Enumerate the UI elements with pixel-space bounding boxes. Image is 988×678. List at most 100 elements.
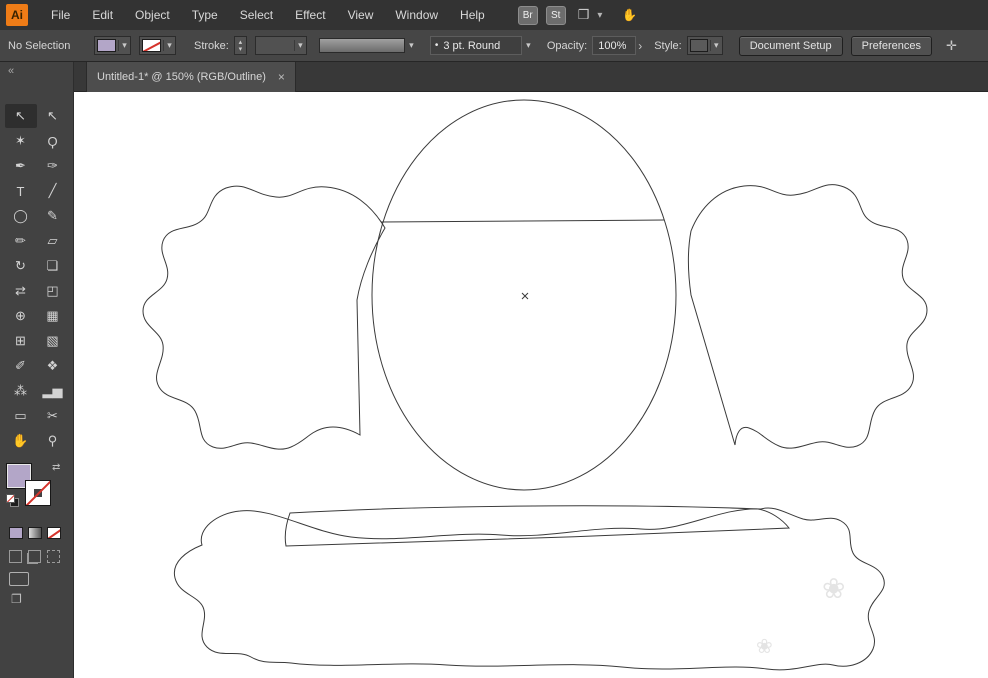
hand-tool[interactable]: ✋ <box>5 429 37 453</box>
draw-behind-button[interactable] <box>28 550 41 563</box>
watermark-icon: ❀ <box>756 636 773 658</box>
direct-selection-tool[interactable]: ↖ <box>37 104 69 128</box>
ellipse-tool[interactable]: ◯ <box>5 204 37 228</box>
stepper-up-icon[interactable]: ▴ <box>239 39 243 46</box>
gradient-button[interactable] <box>28 527 42 539</box>
screen-mode-row <box>9 572 73 586</box>
eraser-tool[interactable]: ▱ <box>37 229 69 253</box>
chevron-down-icon: ▾ <box>163 40 175 51</box>
type-tool[interactable]: T <box>5 179 37 203</box>
preferences-button[interactable]: Preferences <box>850 35 932 56</box>
chevron-down-icon: ▾ <box>293 40 306 51</box>
menu-object[interactable]: Object <box>124 0 181 30</box>
menu-view[interactable]: View <box>337 0 385 30</box>
pencil-tool[interactable]: ✏ <box>5 229 37 253</box>
toolbar-collapse-button[interactable]: « <box>0 62 73 78</box>
app-logo-icon: Ai <box>6 4 28 26</box>
screen-mode-icon[interactable]: ❐ <box>11 592 73 606</box>
stroke-weight-dropdown[interactable]: ▾ <box>254 36 307 55</box>
swap-fill-stroke-icon[interactable]: ⇄ <box>52 462 60 473</box>
stroke-weight-stepper[interactable]: ▴ ▾ <box>233 36 247 55</box>
eyedropper-tool[interactable]: ✐ <box>5 354 37 378</box>
draw-inside-button[interactable] <box>47 550 60 563</box>
symbol-sprayer-tool[interactable]: ⁂ <box>5 379 37 403</box>
perspective-grid-tool[interactable]: ▦ <box>37 304 69 328</box>
blend-tool[interactable]: ❖ <box>37 354 69 378</box>
stroke-swatch[interactable] <box>25 480 51 506</box>
shape-builder-tool[interactable]: ⊕ <box>5 304 37 328</box>
tools-panel: « ↖ ↖ ✶ Ϙ ✒ ✑ T ╱ ◯ ✎ ✏ ▱ ↻ ❏ ⇄ ◰ ⊕ ▦ ⊞ ▧ ✐ ❖ ⁂ ▂▅ ▭ ✂ ✋ ⚲ ⇄ <box>0 62 74 678</box>
workspace-switcher-icon[interactable]: ❒ <box>578 7 590 23</box>
menu-window[interactable]: Window <box>384 0 449 30</box>
fill-color-dropdown[interactable]: ▾ <box>94 36 131 55</box>
style-label: Style: <box>654 39 682 52</box>
variable-width-profile-preview[interactable] <box>318 38 405 53</box>
column-graph-tool[interactable]: ▂▅ <box>37 379 69 403</box>
slice-tool[interactable]: ✂ <box>37 404 69 428</box>
opacity-label: Opacity: <box>546 39 588 52</box>
workspace-chevron-down-icon[interactable]: ▾ <box>597 10 602 21</box>
tab-close-icon[interactable]: × <box>278 70 285 84</box>
control-bar: No Selection ▾ ▾ Stroke: ▴ ▾ ▾ ▾ • 3 pt.… <box>0 30 988 62</box>
paintbrush-tool[interactable]: ✎ <box>37 204 69 228</box>
select-similar-options-icon[interactable]: ✛ <box>946 38 957 54</box>
menu-edit[interactable]: Edit <box>81 0 124 30</box>
style-swatch <box>689 39 708 52</box>
magic-wand-tool[interactable]: ✶ <box>5 129 37 153</box>
outline-artwork <box>142 99 928 671</box>
menu-type[interactable]: Type <box>181 0 229 30</box>
none-button[interactable] <box>47 527 61 539</box>
opacity-flyout-icon[interactable]: › <box>638 39 642 53</box>
document-setup-button[interactable]: Document Setup <box>738 35 843 56</box>
change-screen-mode-button[interactable] <box>9 572 29 586</box>
stepper-down-icon[interactable]: ▾ <box>239 46 243 53</box>
brush-definition-chevron-icon[interactable]: ▾ <box>522 38 535 53</box>
watermark-icon: ❀ <box>822 573 846 604</box>
illustrator-window: Ai File Edit Object Type Select Effect View Win… <box>0 0 988 678</box>
fill-stroke-control: ⇄ <box>6 462 64 511</box>
document-tab[interactable]: Untitled-1* @ 150% (RGB/Outline) × <box>86 62 296 92</box>
mesh-tool[interactable]: ⊞ <box>5 329 37 353</box>
drawing-modes-row <box>9 550 73 563</box>
variable-width-chevron-icon[interactable]: ▾ <box>405 38 418 53</box>
artwork-center-mark <box>521 292 529 300</box>
artboard-tool[interactable]: ▭ <box>5 404 37 428</box>
lasso-tool[interactable]: Ϙ <box>37 129 69 153</box>
menu-file[interactable]: File <box>40 0 81 30</box>
menu-select[interactable]: Select <box>229 0 284 30</box>
bridge-button[interactable]: Br <box>517 5 538 25</box>
stock-button[interactable]: St <box>545 5 566 25</box>
free-transform-tool[interactable]: ◰ <box>37 279 69 303</box>
document-tab-bar: Untitled-1* @ 150% (RGB/Outline) × <box>74 62 988 92</box>
selection-tool[interactable]: ↖ <box>4 104 37 128</box>
touch-workspace-icon[interactable]: ✋ <box>622 8 637 22</box>
brush-definition-dropdown[interactable]: • 3 pt. Round <box>429 36 522 55</box>
menubar-right: Br St ❒ ▾ ✋ <box>517 5 637 25</box>
artwork-base-slab[interactable] <box>284 505 790 547</box>
menu-items: File Edit Object Type Select Effect View Window… <box>40 0 496 30</box>
none-slash-icon <box>26 481 50 505</box>
artwork-right-cloud[interactable] <box>687 184 928 449</box>
draw-normal-button[interactable] <box>9 550 22 563</box>
rotate-tool[interactable]: ↻ <box>5 254 37 278</box>
curvature-tool[interactable]: ✑ <box>37 154 69 178</box>
gradient-tool[interactable]: ▧ <box>37 329 69 353</box>
width-tool[interactable]: ⇄ <box>5 279 37 303</box>
default-fill-stroke-icon[interactable] <box>6 494 19 507</box>
style-dropdown[interactable]: ▾ <box>686 36 723 55</box>
line-segment-tool[interactable]: ╱ <box>37 179 69 203</box>
menu-bar: Ai File Edit Object Type Select Effect View Win… <box>0 0 988 30</box>
zoom-tool[interactable]: ⚲ <box>37 429 69 453</box>
menu-effect[interactable]: Effect <box>284 0 336 30</box>
artboard-canvas[interactable]: ❀ ❀ <box>74 92 988 678</box>
color-button[interactable] <box>9 527 23 539</box>
chevron-down-icon: ▾ <box>118 40 130 51</box>
opacity-input[interactable]: 100% <box>592 36 637 55</box>
artwork-base-puddle[interactable] <box>173 507 885 671</box>
stroke-color-dropdown[interactable]: ▾ <box>139 36 176 55</box>
menu-help[interactable]: Help <box>449 0 496 30</box>
pen-tool[interactable]: ✒ <box>5 154 37 178</box>
artwork-left-cloud[interactable] <box>142 185 386 450</box>
artwork-chord-line[interactable] <box>380 219 665 223</box>
scale-tool[interactable]: ❏ <box>37 254 69 278</box>
